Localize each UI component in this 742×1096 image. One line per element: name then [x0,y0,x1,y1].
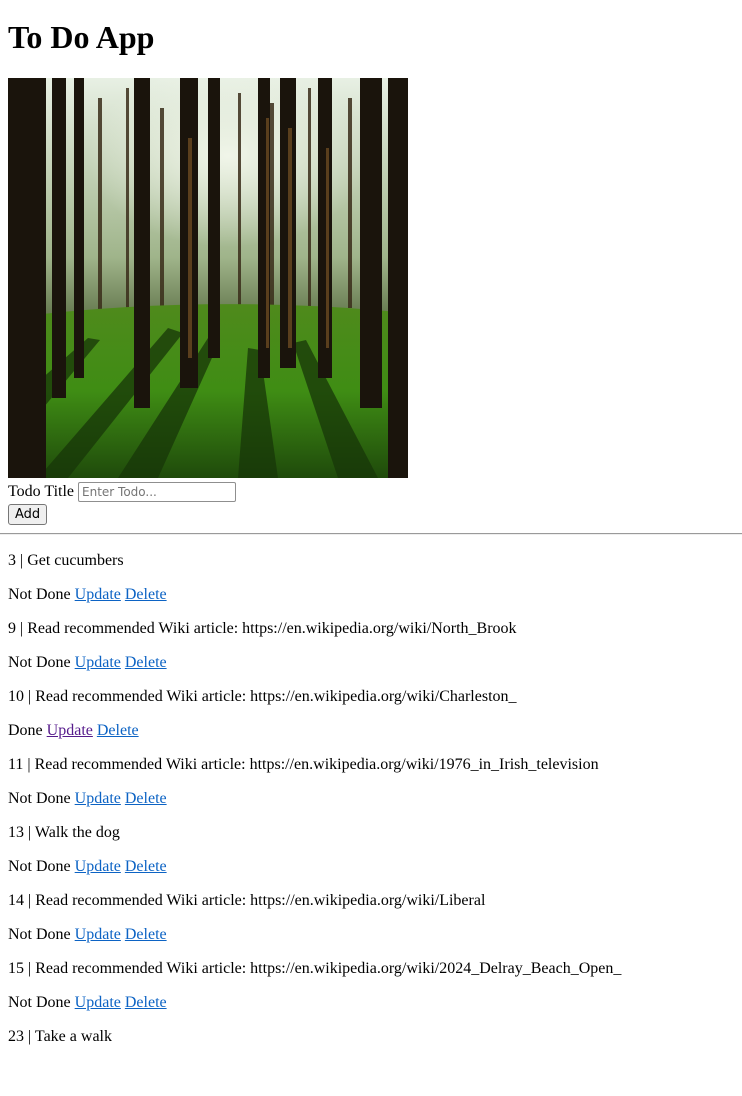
divider [0,533,742,535]
todo-title: 9 | Read recommended Wiki article: https… [8,620,742,638]
todo-text: Get cucumbers [27,552,124,569]
todo-title: 23 | Take a walk [8,1028,742,1046]
todo-status-row: Not Done Update Delete [8,654,742,672]
update-link[interactable]: Update [47,722,93,739]
delete-link[interactable]: Delete [125,790,167,807]
delete-link[interactable]: Delete [125,654,167,671]
todo-status: Done [8,722,43,739]
todo-text: Read recommended Wiki article: https://e… [34,756,599,773]
delete-link[interactable]: Delete [125,994,167,1011]
todo-item: 23 | Take a walk [8,1028,742,1096]
update-link[interactable]: Update [75,654,121,671]
todo-text: Read recommended Wiki article: https://e… [27,620,517,637]
update-link[interactable]: Update [75,858,121,875]
todo-title-label: Todo Title [8,483,75,500]
todo-status-row: Not Done Update Delete [8,858,742,876]
todo-separator: | [24,688,36,705]
todo-separator: | [24,892,36,909]
todo-title: 15 | Read recommended Wiki article: http… [8,960,742,978]
todo-status: Not Done [8,654,71,671]
todo-item: 14 | Read recommended Wiki article: http… [8,892,742,960]
todo-separator: | [16,620,28,637]
page-title: To Do App [8,19,155,55]
delete-link[interactable]: Delete [125,926,167,943]
update-link[interactable]: Update [75,926,121,943]
todo-status-row: Not Done Update Delete [8,586,742,604]
update-link[interactable]: Update [75,586,121,603]
todo-item: 9 | Read recommended Wiki article: https… [8,620,742,688]
todo-id: 13 [8,824,24,841]
todo-item: 11 | Read recommended Wiki article: http… [8,756,742,824]
todo-separator: | [16,552,28,569]
todo-id: 10 [8,688,24,705]
update-link[interactable]: Update [75,994,121,1011]
todo-id: 9 [8,620,16,637]
todo-status: Not Done [8,858,71,875]
todo-text: Read recommended Wiki article: https://e… [35,688,517,705]
todo-status: Not Done [8,790,71,807]
todo-title: 11 | Read recommended Wiki article: http… [8,756,742,774]
delete-link[interactable]: Delete [97,722,139,739]
todo-status-row: Not Done Update Delete [8,994,742,1012]
delete-link[interactable]: Delete [125,586,167,603]
add-button[interactable]: Add [8,504,48,525]
todo-title: 3 | Get cucumbers [8,552,742,570]
todo-item: 13 | Walk the dog Not Done Update Delete [8,824,742,892]
todo-separator: | [24,824,35,841]
todo-text: Read recommended Wiki article: https://e… [35,960,622,977]
forest-photo-graphic [8,78,408,478]
todo-status: Not Done [8,926,71,943]
todo-title: 14 | Read recommended Wiki article: http… [8,892,742,910]
todo-status-row: Not Done Update Delete [8,790,742,808]
todo-status: Not Done [8,994,71,1011]
todo-title-input[interactable] [78,482,237,502]
todo-item: 3 | Get cucumbers Not Done Update Delete [8,552,742,620]
todo-list: 3 | Get cucumbers Not Done Update Delete 9… [8,552,742,1096]
todo-id: 15 [8,960,24,977]
todo-item: 10 | Read recommended Wiki article: http… [8,688,742,756]
todo-item: 15 | Read recommended Wiki article: http… [8,960,742,1028]
todo-text: Read recommended Wiki article: https://e… [35,892,486,909]
forest-image [8,78,408,478]
update-link[interactable]: Update [75,790,121,807]
todo-separator: | [24,960,36,977]
todo-separator: | [23,756,35,773]
todo-id: 3 [8,552,16,569]
todo-title: 10 | Read recommended Wiki article: http… [8,688,742,706]
todo-text: Walk the dog [34,824,120,841]
todo-separator: | [24,1028,35,1045]
todo-text: Take a walk [34,1028,112,1045]
delete-link[interactable]: Delete [125,858,167,875]
todo-form: Todo Title [8,481,237,503]
todo-id: 14 [8,892,24,909]
todo-status-row: Not Done Update Delete [8,926,742,944]
todo-status: Not Done [8,586,71,603]
todo-id: 11 [8,756,24,773]
todo-status-row: Done Update Delete [8,722,742,740]
todo-id: 23 [8,1028,24,1045]
todo-title: 13 | Walk the dog [8,824,742,842]
